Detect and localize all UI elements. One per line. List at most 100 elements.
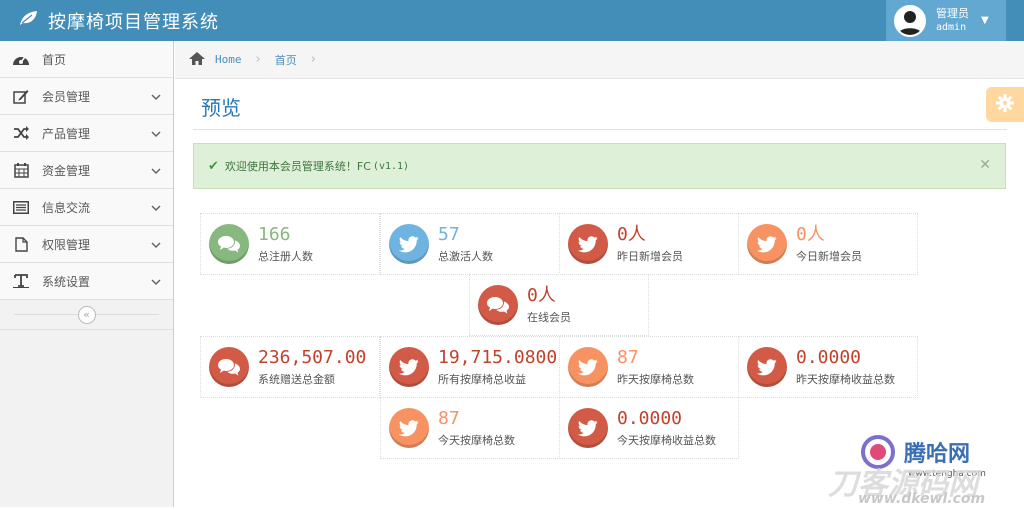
welcome-alert: ✔ 欢迎使用本会员管理系统！FC (v1.1) ✕ [193,143,1006,189]
sidebar-item-label: 信息交流 [42,200,91,215]
close-icon[interactable]: ✕ [979,157,991,173]
brand[interactable]: 按摩椅项目管理系统 [18,0,219,41]
user-name: admin [936,21,967,33]
stat-label: 总注册人数 [258,250,313,263]
comments-icon [209,347,249,387]
chevron-down-icon [151,127,161,141]
app-title: 按摩椅项目管理系统 [48,11,219,33]
sidebar-item-products[interactable]: 产品管理 [0,115,173,152]
twitter-icon [389,224,429,264]
twitter-icon [747,224,787,264]
chevron-down-icon [151,238,161,252]
stat-label: 总激活人数 [438,250,493,263]
stat-value: 0人 [796,224,825,245]
chevron-down-icon [151,90,161,104]
chevron-down-icon [151,201,161,215]
stat-box: 0.0000 今天按摩椅收益总数 [559,397,739,459]
stat-box: 0.0000 昨天按摩椅收益总数 [738,336,918,398]
stat-label: 所有按摩椅总收益 [438,373,526,386]
stat-value: 87 [438,408,460,429]
sidebar: 首页 会员管理 产品管理 资金管理 信息交流 权限管理 系统设置 « [0,41,174,507]
stat-label: 今日新增会员 [796,250,862,263]
dashboard-icon [12,51,30,67]
stat-label: 昨天按摩椅收益总数 [796,373,895,386]
twitter-icon [568,347,608,387]
sidebar-item-members[interactable]: 会员管理 [0,78,173,115]
avatar [894,4,926,37]
twitter-icon [568,408,608,448]
watermark-brand: 腾哈网 [904,441,970,467]
calendar-icon [12,162,30,178]
sidebar-collapse-button[interactable]: « [77,305,96,324]
stat-box: 87 昨天按摩椅总数 [559,336,739,398]
stat-value: 87 [617,347,639,368]
breadcrumb-home-link[interactable]: Home [215,53,242,66]
shuffle-icon [12,125,30,141]
sidebar-item-label: 会员管理 [42,89,91,104]
stat-label: 系统赠送总金额 [258,373,335,386]
alert-message: 欢迎使用本会员管理系统！FC [224,160,371,173]
stat-label: 今天按摩椅收益总数 [617,434,716,447]
sidebar-item-home[interactable]: 首页 [0,41,173,78]
stat-value: 0.0000 [796,347,862,368]
caret-down-icon: ▼ [981,15,989,26]
breadcrumb-separator-icon: › [255,52,261,67]
sidebar-item-permissions[interactable]: 权限管理 [0,226,173,263]
stat-box: 19,715.0800 所有按摩椅总收益 [380,336,560,398]
twitter-icon [389,347,429,387]
sidebar-item-label: 产品管理 [42,126,91,141]
stat-label: 昨日新增会员 [617,250,683,263]
stat-box: 57 总激活人数 [380,213,560,275]
top-navbar: 按摩椅项目管理系统 管理员 admin ▼ [0,0,1024,41]
breadcrumb: Home › 首页 › [175,41,1024,79]
title-divider [193,129,1007,130]
alert-version: (v1.1) [372,160,410,172]
sidebar-item-messages[interactable]: 信息交流 [0,189,173,226]
page-title: 预览 [201,96,241,120]
sidebar-item-funds[interactable]: 资金管理 [0,152,173,189]
stat-value: 0.0000 [617,408,683,429]
twitter-icon [389,408,429,448]
sidebar-item-label: 首页 [42,52,67,67]
stat-box: 236,507.00 系统赠送总金额 [200,336,380,398]
stat-value: 0人 [527,285,556,306]
sidebar-item-label: 权限管理 [42,237,91,252]
twitter-icon [747,347,787,387]
stat-box: 166 总注册人数 [200,213,380,275]
sidebar-item-label: 系统设置 [42,274,91,289]
gear-icon [995,93,1015,116]
stat-box: 0人昨日新增会员 [559,213,739,275]
stat-box: 87 今天按摩椅总数 [380,397,560,459]
chevron-down-icon [151,164,161,178]
file-icon [12,236,30,252]
text-icon [12,273,30,289]
watermark: 腾哈网 www.tengha.com 刀客源码网 www.dkewl.com [824,432,1024,507]
edit-icon [12,88,30,104]
stat-value: 166 [258,224,291,245]
stat-box: 0人今日新增会员 [738,213,918,275]
breadcrumb-separator-icon: › [310,52,316,67]
comments-icon [209,224,249,264]
chevron-down-icon [151,275,161,289]
twitter-icon [568,224,608,264]
stat-label: 昨天按摩椅总数 [617,373,694,386]
stat-label: 在线会员 [527,311,571,324]
stat-box: 0人在线会员 [469,274,649,336]
breadcrumb-current[interactable]: 首页 [275,52,297,68]
sidebar-item-settings[interactable]: 系统设置 [0,263,173,300]
user-role: 管理员 [936,6,969,20]
stat-value: 19,715.0800 [438,347,558,368]
stat-value: 0人 [617,224,646,245]
stat-label: 今天按摩椅总数 [438,434,515,447]
settings-button[interactable] [986,87,1024,122]
stat-value: 236,507.00 [258,347,367,368]
user-menu[interactable]: 管理员 admin ▼ [886,0,1006,41]
sidebar-collapse-row: « [0,300,173,330]
stat-value: 57 [438,224,460,245]
watermark-url-2: www.dkewl.com [858,491,985,507]
home-icon [189,51,205,68]
comments-icon [478,285,518,325]
leaf-icon [18,10,38,31]
sidebar-item-label: 资金管理 [42,163,91,178]
check-icon: ✔ [208,158,219,174]
